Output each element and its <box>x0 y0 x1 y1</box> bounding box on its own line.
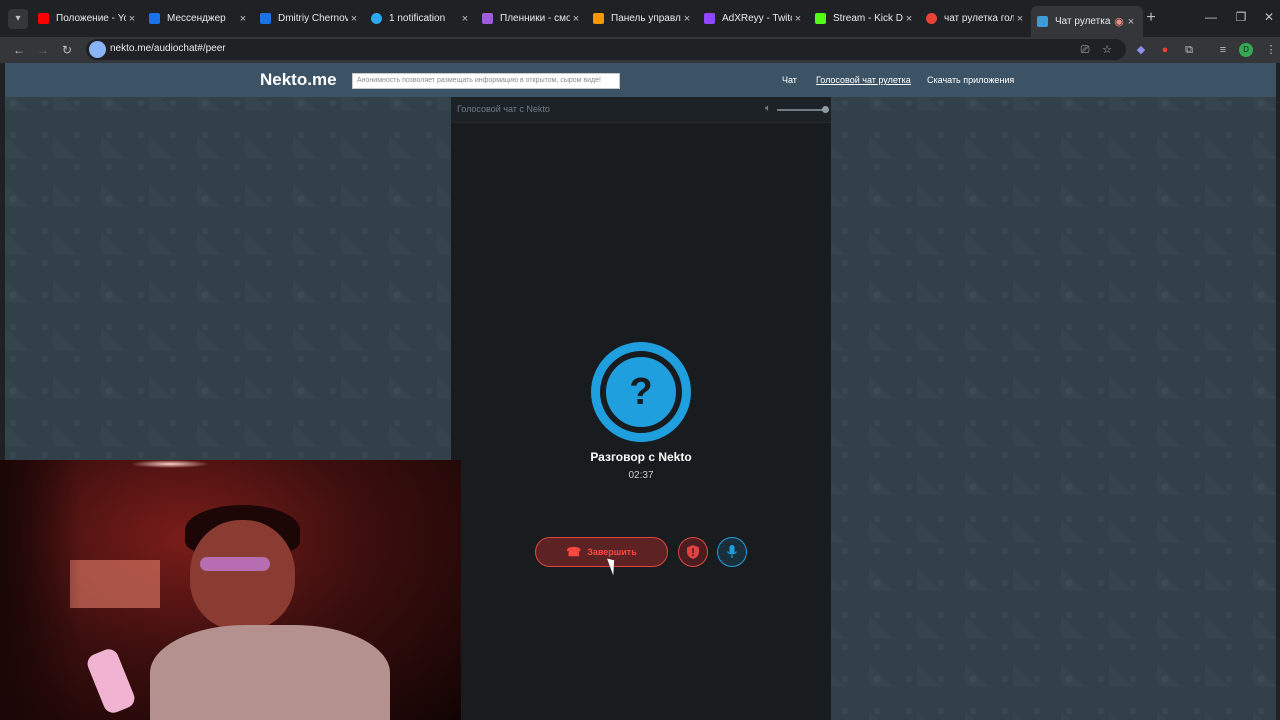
browser-tab[interactable]: Мессенджер × <box>143 7 255 30</box>
menu-kebab-icon[interactable]: ⋮ <box>1262 41 1280 59</box>
profile-avatar[interactable]: D <box>1239 43 1253 57</box>
video-site-icon <box>482 13 493 24</box>
back-icon[interactable]: ← <box>10 41 28 59</box>
nekto-icon <box>1037 16 1048 27</box>
nav-download-apps-link[interactable]: Скачать приложения <box>927 75 1014 85</box>
webcam-microphone <box>84 646 138 716</box>
close-icon[interactable]: × <box>1125 16 1137 28</box>
volume-icon[interactable]: 🔈︎ <box>765 103 771 114</box>
minimize-icon[interactable]: — <box>1204 10 1218 24</box>
question-mark-icon: ? <box>600 351 682 433</box>
extension-icon[interactable]: ◆ <box>1132 41 1150 59</box>
tab-search-icon[interactable]: ▾ <box>8 9 28 29</box>
forward-icon[interactable]: → <box>34 41 52 59</box>
tab-title: чат рулетка голо <box>944 13 1014 24</box>
nav-chat-link[interactable]: Чат <box>782 75 797 85</box>
microphone-icon <box>727 545 737 558</box>
tab-title: Stream - Kick Das <box>833 13 903 24</box>
extensions-puzzle-icon[interactable]: ⧉ <box>1180 41 1198 59</box>
new-tab-icon[interactable]: + <box>1143 9 1159 27</box>
anonymity-notice: Анонимность позволяет размещать информац… <box>352 73 620 89</box>
end-call-button[interactable]: ☎ Завершить <box>535 537 668 567</box>
tab-title: Пленники - смот <box>500 13 570 24</box>
conversation-title: Разговор с Nekto <box>590 450 692 464</box>
site-logo[interactable]: Nekto.me <box>260 70 337 90</box>
browser-tab[interactable]: Положение - You × <box>32 7 144 30</box>
telegram-icon <box>371 13 382 24</box>
peer-avatar: ? <box>591 342 691 442</box>
twitch-icon <box>704 13 715 24</box>
tab-title: Dmitriy Chernov <box>278 13 348 24</box>
close-icon[interactable]: × <box>792 13 804 25</box>
tab-title: Чат рулетка г <box>1055 16 1113 27</box>
browser-tab[interactable]: Пленники - смот × <box>476 7 588 30</box>
webcam-person-shirt <box>150 625 390 720</box>
browser-tab[interactable]: Dmitriy Chernov × <box>254 7 366 30</box>
microphone-button[interactable] <box>717 537 747 567</box>
close-icon[interactable]: × <box>348 13 360 25</box>
browser-tab[interactable]: Панель управлен × <box>587 7 699 30</box>
browser-tab-active[interactable]: Чат рулетка г ◉ × <box>1031 6 1143 37</box>
dashboard-icon <box>593 13 604 24</box>
window-close-icon[interactable]: ✕ <box>1262 10 1276 24</box>
adblock-icon[interactable]: ● <box>1156 41 1174 59</box>
tab-title: 1 notification <box>389 13 446 24</box>
webcam-shadow <box>0 460 80 720</box>
yandex-icon <box>926 13 937 24</box>
close-icon[interactable]: × <box>459 13 471 25</box>
call-timer: 02:37 <box>628 470 654 481</box>
tab-title: Панель управлен <box>611 13 681 24</box>
close-icon[interactable]: × <box>903 13 915 25</box>
panel-header: Голосовой чат с Nekto 🔈︎ <box>451 97 831 123</box>
reload-icon[interactable]: ↻ <box>58 41 76 59</box>
hang-up-phone-icon: ☎ <box>566 545 582 559</box>
tab-title: Положение - You <box>56 13 126 24</box>
panel-title: Голосовой чат с Nekto <box>457 104 550 114</box>
volume-slider[interactable] <box>777 109 827 111</box>
url-text: nekto.me/audiochat#/peer <box>110 43 226 54</box>
close-icon[interactable]: × <box>1014 13 1026 25</box>
kick-icon <box>815 13 826 24</box>
install-app-icon[interactable]: ⎚ <box>1076 41 1094 59</box>
right-background-area <box>831 97 1276 720</box>
messenger-icon <box>260 13 271 24</box>
webcam-person-glasses <box>200 557 270 571</box>
browser-tab[interactable]: Stream - Kick Das × <box>809 7 921 30</box>
voice-chat-panel: Голосовой чат с Nekto 🔈︎ ? Разговор с Ne… <box>451 97 831 720</box>
shield-icon <box>687 545 699 559</box>
browser-tab[interactable]: 1 notification × <box>365 7 477 30</box>
close-icon[interactable]: × <box>126 13 138 25</box>
nav-voice-roulette-link[interactable]: Голосовой чат рулетка <box>816 75 911 85</box>
browser-tab[interactable]: чат рулетка голо × <box>920 7 1032 30</box>
browser-toolbar: ← → ↻ nekto.me/audiochat#/peer ⎚ ☆ ◆ ● ⧉… <box>0 37 1280 63</box>
address-bar[interactable]: nekto.me/audiochat#/peer <box>86 39 1126 60</box>
close-icon[interactable]: × <box>681 13 693 25</box>
left-background-area <box>5 97 451 461</box>
reading-list-icon[interactable]: ≡ <box>1214 41 1232 59</box>
report-button[interactable] <box>678 537 708 567</box>
tab-title: AdXReyy - Twitch <box>722 13 792 24</box>
browser-tab[interactable]: AdXReyy - Twitch × <box>698 7 810 30</box>
recording-icon: ◉ <box>1114 16 1124 28</box>
webcam-overlay <box>0 460 461 720</box>
youtube-icon <box>38 13 49 24</box>
close-icon[interactable]: × <box>237 13 249 25</box>
close-icon[interactable]: × <box>570 13 582 25</box>
browser-tabstrip: ▾ Положение - You × Мессенджер × Dmitriy… <box>0 0 1280 37</box>
volume-slider-handle[interactable] <box>822 106 829 113</box>
bookmark-star-icon[interactable]: ☆ <box>1098 41 1116 59</box>
site-info-icon[interactable] <box>89 41 106 58</box>
webcam-ceiling-light <box>130 460 210 468</box>
webcam-person-face <box>190 520 295 630</box>
site-header: Nekto.me Анонимность позволяет размещать… <box>5 63 1276 97</box>
webcam-background-poster <box>70 560 160 608</box>
tab-title: Мессенджер <box>167 13 226 24</box>
messenger-icon <box>149 13 160 24</box>
restore-icon[interactable]: ❐ <box>1234 10 1248 24</box>
